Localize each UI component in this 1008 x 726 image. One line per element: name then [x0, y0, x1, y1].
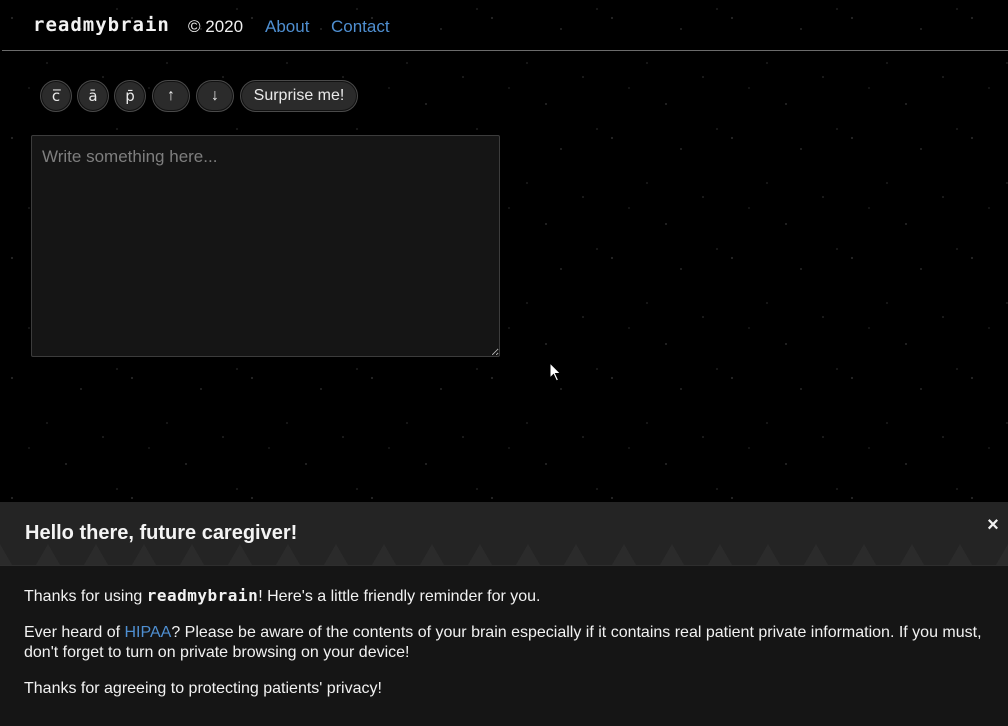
p-bar-label: p̄ [125, 87, 135, 105]
notice-body: Thanks for using readmybrain! Here's a l… [24, 586, 984, 715]
notice-paragraph-1: Thanks for using readmybrain! Here's a l… [24, 586, 984, 607]
p1-brand: readmybrain [146, 586, 259, 605]
notice-title: Hello there, future caregiver! [25, 522, 298, 544]
brain-text-input[interactable] [31, 135, 500, 357]
insert-a-bar-button[interactable]: ā [77, 80, 109, 112]
notice-paragraph-2: Ever heard of HIPAA? Please be aware of … [24, 623, 984, 663]
top-navbar: readmybrain © 2020 About Contact [2, 0, 1008, 51]
insert-p-bar-button[interactable]: p̄ [114, 80, 146, 112]
nav-contact-link[interactable]: Contact [331, 17, 390, 37]
a-bar-label: ā [88, 87, 98, 105]
mouse-pointer-icon [549, 362, 562, 382]
notice-header: Hello there, future caregiver! × [0, 502, 1008, 566]
insert-c-bar-button[interactable]: c̅ [40, 80, 72, 112]
arrow-up-icon: ↑ [167, 87, 175, 104]
move-down-button[interactable]: ↓ [196, 80, 234, 112]
notice-paragraph-3: Thanks for agreeing to protecting patien… [24, 680, 382, 697]
copyright-text: © 2020 [188, 17, 244, 36]
brand-logo[interactable]: readmybrain [33, 14, 170, 36]
p1-prefix: Thanks for using [24, 588, 147, 605]
p1-suffix: ! Here's a little friendly reminder for … [258, 588, 541, 605]
p2-prefix: Ever heard of [24, 624, 125, 641]
hipaa-link[interactable]: HIPAA [125, 624, 172, 641]
close-icon[interactable]: × [984, 515, 1002, 535]
arrow-down-icon: ↓ [211, 87, 219, 104]
privacy-notice-modal: Hello there, future caregiver! × Thanks … [0, 502, 1008, 726]
surprise-me-button[interactable]: Surprise me! [240, 80, 358, 112]
c-bar-label: c̅ [51, 87, 61, 105]
nav-about-link[interactable]: About [265, 17, 309, 37]
move-up-button[interactable]: ↑ [152, 80, 190, 112]
